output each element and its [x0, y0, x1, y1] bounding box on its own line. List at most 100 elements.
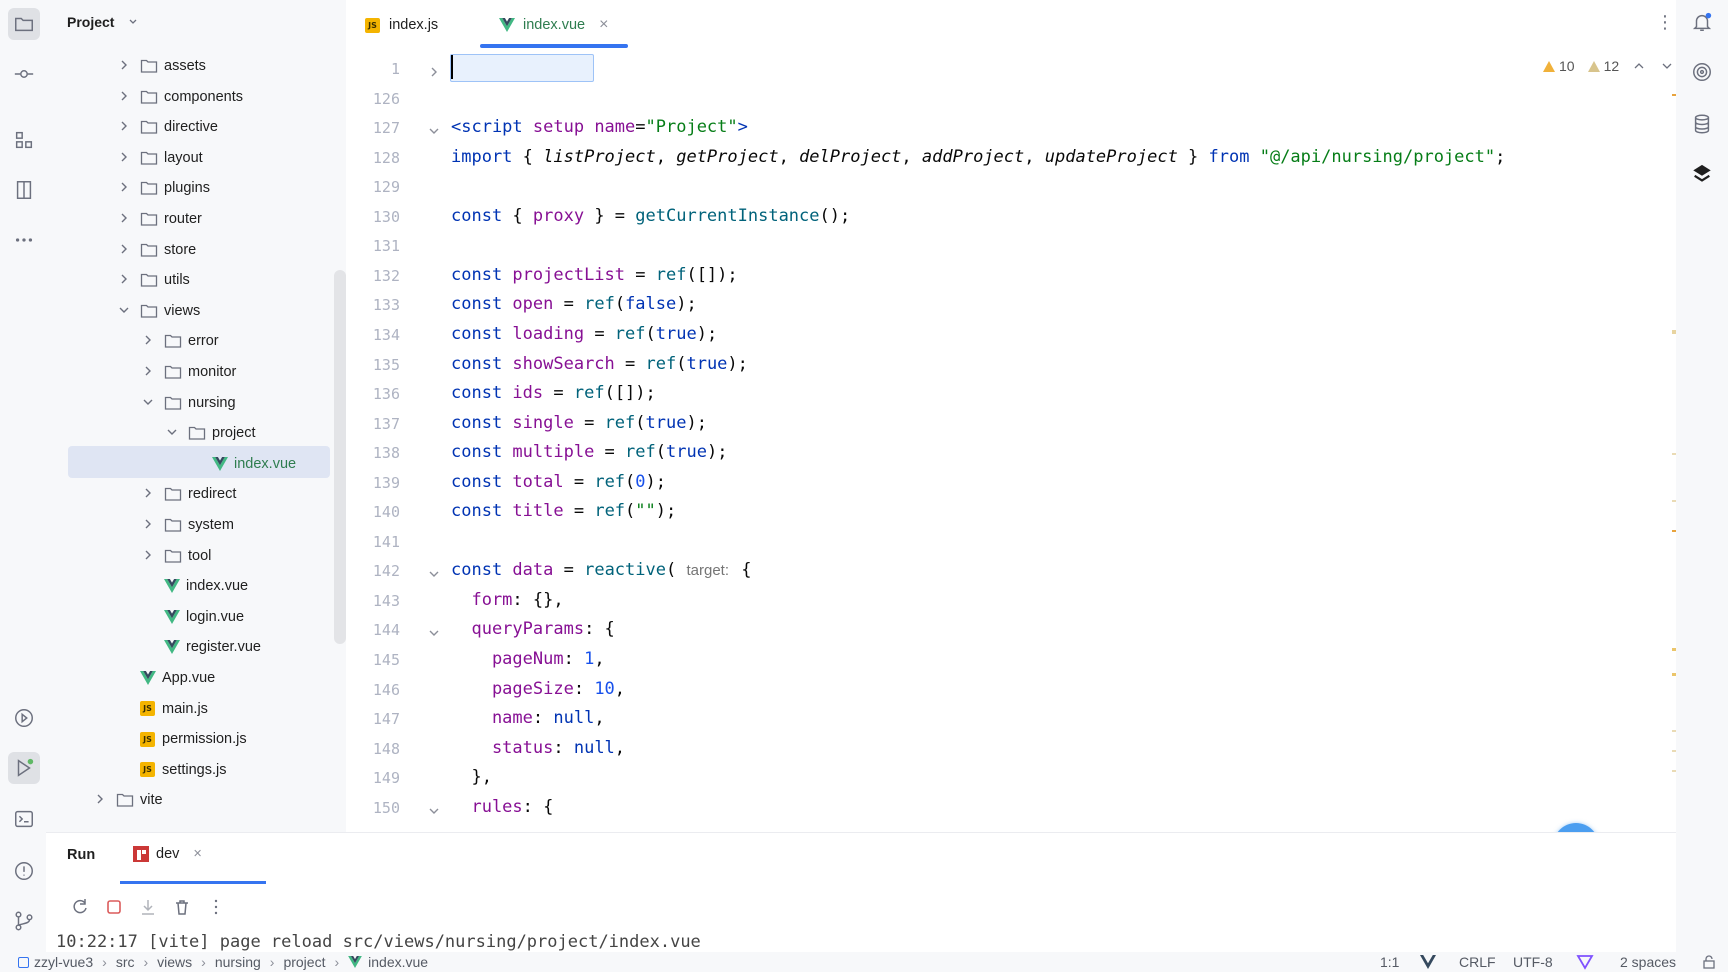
fold-collapse-icon[interactable] — [428, 565, 440, 578]
services-icon[interactable] — [8, 702, 40, 734]
code-line[interactable]: queryParams: { — [451, 619, 614, 639]
code-line[interactable]: const { proxy } = getCurrentInstance(); — [451, 206, 850, 226]
tree-item[interactable]: index.vue — [190, 451, 296, 477]
code-line[interactable]: form: {}, — [451, 590, 563, 610]
chevron-right-icon[interactable] — [94, 793, 108, 807]
chevron-right-icon[interactable] — [118, 181, 132, 195]
code-line[interactable]: pageSize: 10, — [451, 679, 625, 699]
tree-item[interactable]: utils — [118, 267, 190, 293]
tree-item[interactable]: error — [142, 328, 219, 354]
breadcrumb-item[interactable]: zzyl-vue3 — [34, 954, 93, 970]
tree-item[interactable]: tool — [142, 543, 211, 569]
tree-scrollbar[interactable] — [334, 270, 346, 644]
tree-item[interactable]: layout — [118, 145, 203, 171]
tree-item[interactable]: project — [166, 420, 256, 446]
tree-item[interactable]: assets — [118, 53, 206, 79]
stop-icon[interactable] — [104, 897, 124, 917]
more-tools-icon[interactable] — [8, 224, 40, 256]
code-line[interactable]: }, — [451, 767, 491, 787]
chevron-right-icon[interactable] — [118, 120, 132, 134]
code-line[interactable]: const ids = ref([]); — [451, 383, 656, 403]
code-line[interactable]: name: null, — [451, 708, 605, 728]
breadcrumb-item[interactable]: project — [283, 954, 325, 970]
tree-item[interactable]: router — [118, 206, 202, 232]
next-highlight-icon[interactable] — [1661, 60, 1673, 72]
tree-item[interactable]: store — [118, 237, 196, 263]
fold-collapse-icon[interactable] — [428, 122, 440, 135]
tree-item[interactable]: components — [118, 84, 243, 110]
line-separator[interactable]: CRLF — [1459, 952, 1496, 972]
tree-item[interactable]: directive — [118, 114, 218, 140]
close-run-tab-icon[interactable]: × — [193, 846, 201, 862]
vue-language-icon[interactable] — [1420, 955, 1436, 969]
notifications-icon[interactable] — [1688, 8, 1716, 36]
chevron-down-icon[interactable] — [118, 304, 132, 318]
ai-assistant-icon[interactable] — [1688, 58, 1716, 86]
code-line[interactable]: status: null, — [451, 738, 625, 758]
chevron-right-icon[interactable] — [142, 334, 156, 348]
chevron-right-icon[interactable] — [118, 151, 132, 165]
lock-icon[interactable] — [1702, 955, 1716, 969]
scroll-to-end-icon[interactable] — [138, 897, 158, 917]
fold-collapse-icon[interactable] — [428, 802, 440, 814]
chevron-down-icon[interactable] — [142, 396, 156, 410]
code-line[interactable]: const open = ref(false); — [451, 294, 697, 314]
code-line[interactable]: import { listProject, getProject, delPro… — [451, 147, 1505, 167]
tree-item[interactable]: index.vue — [142, 573, 248, 599]
tree-item[interactable]: JS main.js — [118, 696, 208, 722]
bookmarks-icon[interactable] — [8, 174, 40, 206]
prettier-icon[interactable] — [1576, 954, 1594, 970]
terminal-icon[interactable] — [8, 803, 40, 835]
run-icon[interactable] — [8, 752, 40, 784]
code-line[interactable]: const data = reactive( target: { — [451, 560, 751, 580]
copilot-icon[interactable] — [1688, 160, 1716, 188]
chevron-right-icon[interactable] — [142, 518, 156, 532]
code-line[interactable]: const loading = ref(true); — [451, 324, 717, 344]
git-icon[interactable] — [8, 905, 40, 937]
code-line[interactable]: const projectList = ref([]); — [451, 265, 738, 285]
breadcrumb-item[interactable]: index.vue — [368, 954, 428, 970]
tree-item[interactable]: plugins — [118, 175, 210, 201]
chevron-right-icon[interactable] — [142, 487, 156, 501]
code-line[interactable]: const showSearch = ref(true); — [451, 354, 748, 374]
tree-item[interactable]: JS settings.js — [118, 757, 226, 783]
tree-item[interactable]: nursing — [142, 390, 236, 416]
code-line[interactable]: pageNum: 1, — [451, 649, 605, 669]
code-line[interactable]: <script setup name="Project"> — [451, 117, 748, 137]
chevron-down-icon[interactable] — [166, 426, 180, 440]
tree-item[interactable]: JS permission.js — [118, 726, 247, 752]
rerun-icon[interactable] — [70, 897, 90, 917]
tree-item[interactable]: views — [118, 298, 200, 324]
fold-expand-icon[interactable] — [428, 63, 440, 77]
chevron-right-icon[interactable] — [118, 243, 132, 257]
tree-item[interactable]: system — [142, 512, 234, 538]
chevron-right-icon[interactable] — [142, 549, 156, 563]
chevron-right-icon[interactable] — [142, 365, 156, 379]
tree-item[interactable]: register.vue — [142, 634, 261, 660]
chevron-right-icon[interactable] — [118, 212, 132, 226]
run-tab-dev[interactable]: dev × — [132, 845, 202, 863]
breadcrumb-item[interactable]: nursing — [215, 954, 261, 970]
project-panel-title[interactable]: Project — [67, 14, 114, 30]
tree-item[interactable]: login.vue — [142, 604, 244, 630]
breadcrumb-item[interactable]: src — [116, 954, 135, 970]
chevron-right-icon[interactable] — [118, 90, 132, 104]
tab-index-js[interactable]: JS index.js — [365, 10, 438, 40]
tree-item[interactable]: vite — [94, 787, 163, 813]
chevron-right-icon[interactable] — [118, 59, 132, 73]
close-tab-icon[interactable]: × — [599, 16, 608, 34]
project-folder-icon[interactable] — [8, 8, 40, 40]
tree-item[interactable]: redirect — [142, 481, 236, 507]
code-line[interactable]: rules: { — [451, 797, 553, 817]
chevron-down-icon[interactable] — [128, 17, 138, 27]
code-line[interactable]: const title = ref(""); — [451, 501, 676, 521]
file-encoding[interactable]: UTF-8 — [1513, 952, 1553, 972]
more-icon[interactable] — [206, 897, 226, 917]
tree-item[interactable]: monitor — [142, 359, 236, 385]
tree-item[interactable]: App.vue — [118, 665, 215, 691]
chevron-right-icon[interactable] — [118, 273, 132, 287]
caret-position[interactable]: 1:1 — [1380, 952, 1399, 972]
previous-highlight-icon[interactable] — [1633, 60, 1645, 72]
indent-setting[interactable]: 2 spaces — [1620, 952, 1676, 972]
code-line[interactable]: const single = ref(true); — [451, 413, 707, 433]
